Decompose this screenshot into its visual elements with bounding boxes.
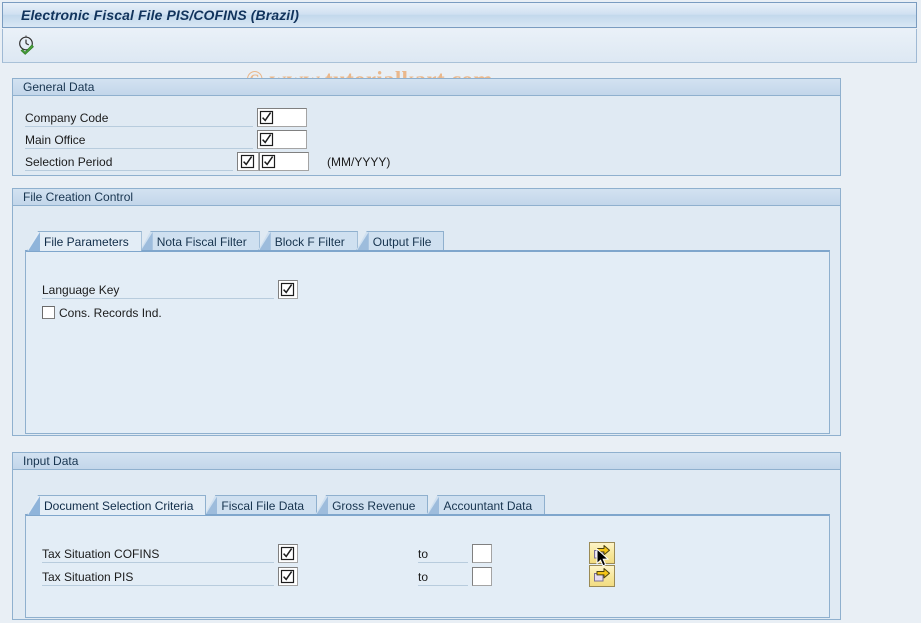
field-row-company-code: Company Code xyxy=(25,108,307,127)
tab-label: Accountant Data xyxy=(443,498,533,513)
tab-lead-shape xyxy=(258,232,271,251)
tab-lead-shape xyxy=(316,496,329,515)
language-key-input[interactable] xyxy=(278,280,298,299)
tab-label: Nota Fiscal Filter xyxy=(156,234,247,249)
window-title-bar: Electronic Fiscal File PIS/COFINS (Brazi… xyxy=(2,2,917,28)
tab-label: Block F Filter xyxy=(274,234,345,249)
field-row-selection-period: Selection Period (MM/YYYY) xyxy=(25,152,390,171)
tab-lead-shape xyxy=(427,496,440,515)
general-data-body: Company Code Main Office Selection Perio… xyxy=(13,96,840,174)
field-row-tax-situation-pis: Tax Situation PIS to xyxy=(42,567,492,586)
field-row-language-key: Language Key xyxy=(42,280,298,299)
execute-button[interactable] xyxy=(13,33,41,59)
tab-lead-shape xyxy=(140,232,153,251)
value-help-icon[interactable] xyxy=(280,282,295,297)
file-creation-control-group: File Creation Control File Parameters No… xyxy=(12,188,841,436)
input-data-body: Document Selection Criteria Fiscal File … xyxy=(13,470,840,618)
value-help-icon[interactable] xyxy=(280,546,295,561)
tab-label: Document Selection Criteria xyxy=(44,498,194,513)
range-to-label: to xyxy=(418,568,468,586)
file-creation-control-body: File Parameters Nota Fiscal Filter Block… xyxy=(13,206,840,434)
multiple-selection-arrow-icon xyxy=(593,567,611,586)
main-office-label: Main Office xyxy=(25,131,253,149)
range-to-label: to xyxy=(418,545,468,563)
input-data-tab-row: Document Selection Criteria Fiscal File … xyxy=(27,495,546,515)
selection-period-label: Selection Period xyxy=(25,153,233,171)
selection-period-year-input[interactable] xyxy=(259,152,309,171)
tab-label: Fiscal File Data xyxy=(221,498,305,513)
tab-accountant-data[interactable]: Accountant Data xyxy=(426,495,546,515)
value-help-icon[interactable] xyxy=(259,110,274,125)
tab-nota-fiscal-filter[interactable]: Nota Fiscal Filter xyxy=(139,231,260,251)
selection-period-format-hint: (MM/YYYY) xyxy=(327,154,391,169)
tab-label: File Parameters xyxy=(44,234,129,249)
tab-document-selection-criteria[interactable]: Document Selection Criteria xyxy=(27,495,207,515)
general-data-header: General Data xyxy=(13,79,840,96)
cons-records-ind-label: Cons. Records Ind. xyxy=(59,305,162,320)
file-creation-tab-row: File Parameters Nota Fiscal Filter Block… xyxy=(27,231,445,251)
tab-block-f-filter[interactable]: Block F Filter xyxy=(257,231,358,251)
language-key-label: Language Key xyxy=(42,281,274,299)
tax-situation-pis-label: Tax Situation PIS xyxy=(42,568,274,586)
tab-label: Output File xyxy=(372,234,432,249)
input-data-group: Input Data Document Selection Criteria F… xyxy=(12,452,841,620)
file-parameters-panel: Language Key Cons. Records Ind. xyxy=(25,250,830,434)
value-help-icon[interactable] xyxy=(280,569,295,584)
multiple-selection-button-cofins[interactable] xyxy=(589,542,615,564)
tax-situation-cofins-to-input[interactable] xyxy=(472,544,492,563)
main-office-input[interactable] xyxy=(257,130,307,149)
tab-file-parameters[interactable]: File Parameters xyxy=(27,231,142,251)
tab-lead-shape xyxy=(356,232,369,251)
selection-period-month-input[interactable] xyxy=(237,152,259,171)
clock-check-icon xyxy=(17,35,37,58)
general-data-group: General Data Company Code Main Office Se… xyxy=(12,78,841,176)
page-title: Electronic Fiscal File PIS/COFINS (Brazi… xyxy=(21,7,300,23)
cons-records-ind-checkbox[interactable] xyxy=(42,306,55,319)
application-toolbar: © www.tutorialkart.com xyxy=(2,29,917,92)
tax-situation-cofins-from-input[interactable] xyxy=(278,544,298,563)
tab-fiscal-file-data[interactable]: Fiscal File Data xyxy=(204,495,318,515)
tab-lead-shape xyxy=(28,232,40,251)
file-creation-tabstrip: File Parameters Nota Fiscal Filter Block… xyxy=(13,231,840,251)
value-help-icon[interactable] xyxy=(259,132,274,147)
tax-situation-pis-to-input[interactable] xyxy=(472,567,492,586)
tax-situation-cofins-label: Tax Situation COFINS xyxy=(42,545,274,563)
value-help-icon[interactable] xyxy=(261,154,276,169)
company-code-input[interactable] xyxy=(257,108,307,127)
tab-lead-shape xyxy=(28,496,40,515)
tab-label: Gross Revenue xyxy=(332,498,416,513)
input-data-tabstrip: Document Selection Criteria Fiscal File … xyxy=(13,495,840,515)
field-row-cons-records-ind[interactable]: Cons. Records Ind. xyxy=(42,303,162,322)
tab-lead-shape xyxy=(205,496,218,515)
tax-situation-pis-from-input[interactable] xyxy=(278,567,298,586)
field-row-tax-situation-cofins: Tax Situation COFINS to xyxy=(42,544,492,563)
multiple-selection-arrow-icon xyxy=(593,544,611,563)
multiple-selection-button-pis[interactable] xyxy=(589,565,615,587)
tab-gross-revenue[interactable]: Gross Revenue xyxy=(315,495,429,515)
company-code-label: Company Code xyxy=(25,109,253,127)
tab-output-file[interactable]: Output File xyxy=(355,231,445,251)
file-creation-control-header: File Creation Control xyxy=(13,189,840,206)
field-row-main-office: Main Office xyxy=(25,130,307,149)
document-selection-criteria-panel: Tax Situation COFINS to Tax Situation PI… xyxy=(25,514,830,618)
value-help-icon[interactable] xyxy=(240,154,255,169)
input-data-header: Input Data xyxy=(13,453,840,470)
